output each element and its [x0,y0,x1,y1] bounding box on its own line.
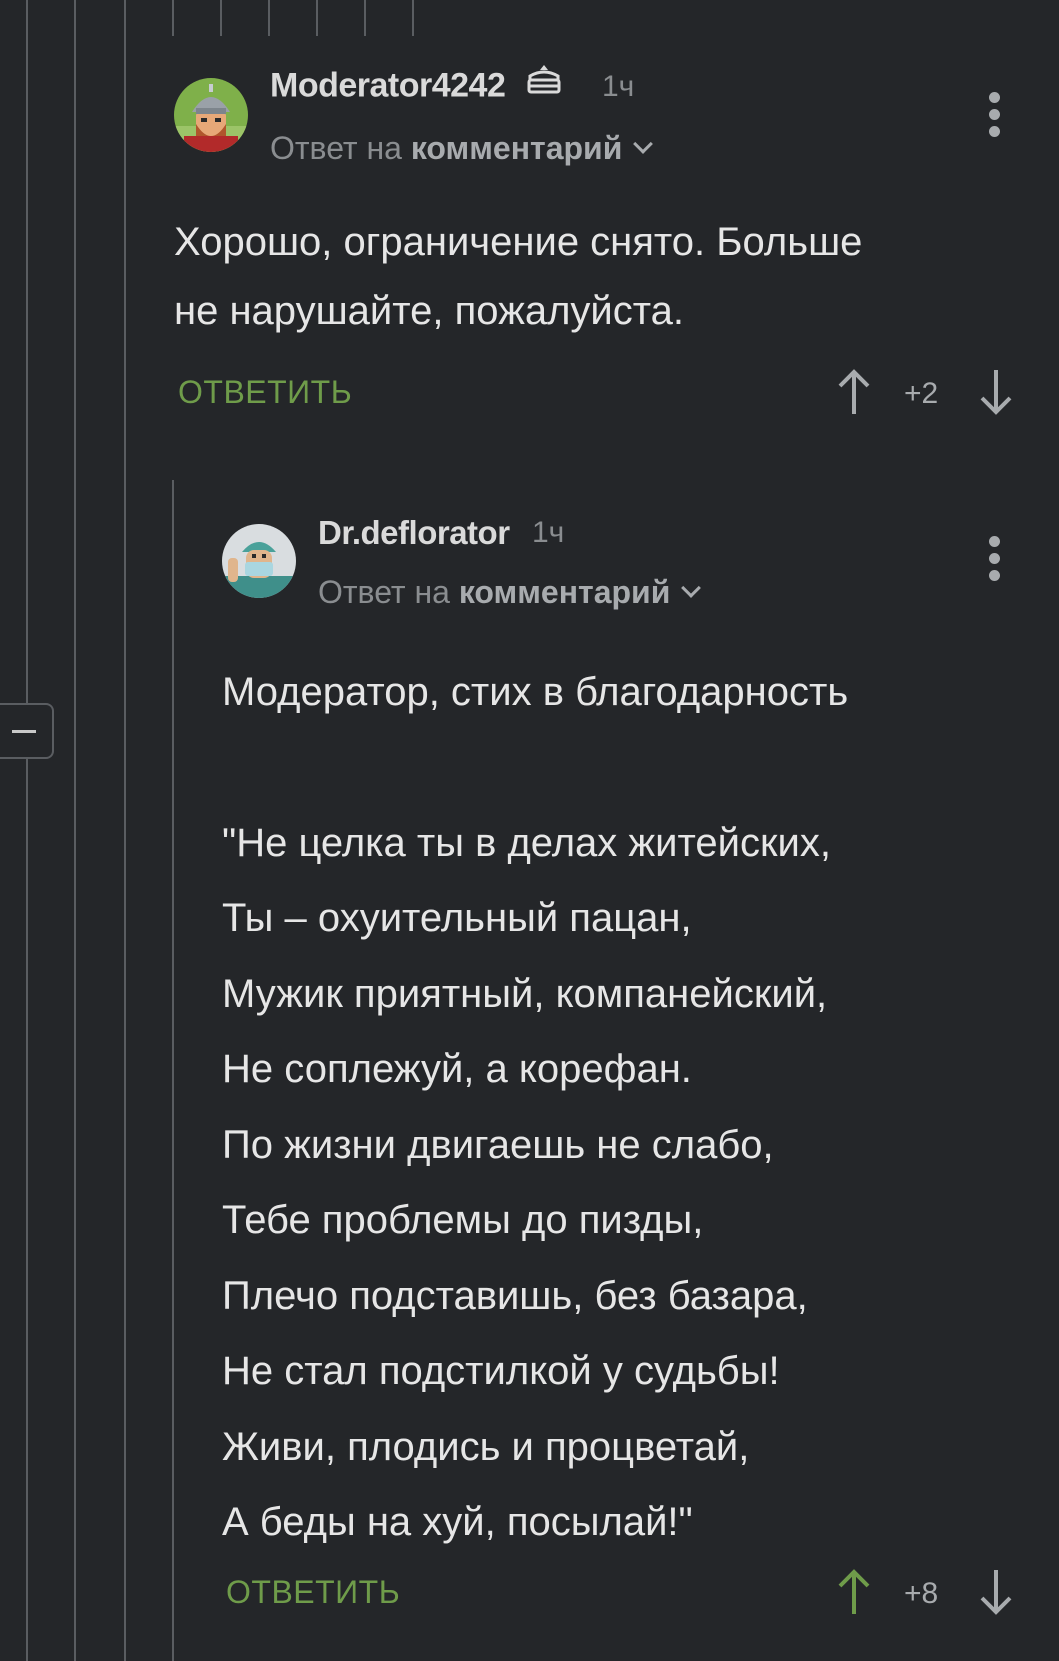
username[interactable]: Dr.deflorator [318,514,510,552]
downvote-arrow-icon[interactable] [976,1566,1016,1618]
knight-avatar-icon [174,78,248,152]
reply-button[interactable]: ОТВЕТИТЬ [226,1574,400,1611]
chevron-down-icon[interactable] [681,578,702,598]
thread-tick [172,0,174,36]
thread-line-3 [124,0,126,1661]
collapse-thread-button[interactable] [0,703,54,759]
reply-thread-line [172,480,174,1661]
avatar[interactable] [174,78,248,152]
comment-body: Хорошо, ограничение снято. Больше не нар… [174,220,863,333]
avatar[interactable] [222,524,296,598]
username[interactable]: Moderator4242 [270,65,564,109]
thread-tick [412,0,414,36]
upvote-arrow-icon[interactable] [834,1566,874,1618]
comment-body: Модератор, стих в благодарность "Не целк… [222,670,849,1544]
thread-line-2 [74,0,76,1661]
more-options-icon[interactable] [989,536,1001,582]
thread-line-1 [26,0,28,703]
more-options-icon[interactable] [989,92,1001,138]
thread-line-1b [26,759,28,1661]
chevron-down-icon[interactable] [633,134,654,154]
vote-score: +2 [904,377,939,410]
surgeon-avatar-icon [222,524,296,598]
reply-to-link[interactable]: Ответ на комментарий [270,130,654,167]
thread-tick [268,0,270,36]
thread-tick [220,0,222,36]
downvote-arrow-icon[interactable] [976,366,1016,418]
thread-tick [316,0,318,36]
vote-score: +8 [904,1577,939,1610]
comment-time: 1ч [532,516,565,549]
comment-time: 1ч [602,70,635,103]
thread-tick [364,0,366,36]
reply-button[interactable]: ОТВЕТИТЬ [178,374,352,411]
reply-to-link[interactable]: Ответ на комментарий [318,574,702,611]
moderator-cake-icon [524,62,564,105]
upvote-arrow-icon[interactable] [834,366,874,418]
